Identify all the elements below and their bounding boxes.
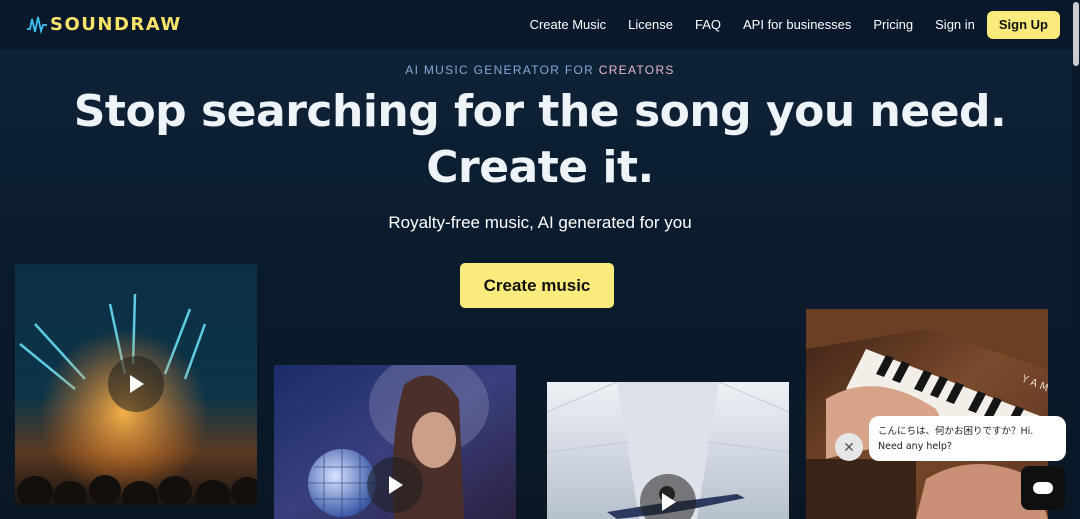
logo[interactable]: SOUNDRAW — [26, 14, 182, 35]
nav-create-music[interactable]: Create Music — [530, 11, 607, 39]
nav-pricing[interactable]: Pricing — [873, 11, 913, 39]
nav-sign-in[interactable]: Sign in — [935, 11, 975, 39]
chat-icon[interactable] — [1021, 466, 1065, 510]
nav-license[interactable]: License — [628, 11, 673, 39]
media-card-concert[interactable] — [15, 264, 257, 505]
nav-links: Create Music License FAQ API for busines… — [508, 11, 1060, 39]
scrollbar[interactable] — [1072, 0, 1080, 519]
hero-eyebrow: AI MUSIC GENERATOR FOR CREATORS — [0, 63, 1080, 77]
headline-line-1: Stop searching for the song you need. — [73, 86, 1007, 137]
media-card-dancer[interactable] — [547, 382, 789, 519]
media-card-piano[interactable]: Y A M — [806, 309, 1048, 519]
close-icon[interactable]: ✕ — [835, 433, 863, 461]
chat-message-line-2: Need any help? — [878, 441, 952, 452]
logo-wave-icon — [27, 16, 47, 34]
play-icon[interactable] — [367, 457, 423, 513]
hero-subhead: Royalty-free music, AI generated for you — [388, 213, 692, 232]
logo-text: SOUNDRAW — [50, 14, 182, 35]
nav-api-for-businesses[interactable]: API for businesses — [743, 11, 851, 39]
create-music-button[interactable]: Create music — [460, 263, 614, 308]
piano-image: Y A M — [806, 309, 1048, 519]
sign-up-button[interactable]: Sign Up — [986, 11, 1060, 39]
hero-headline: Stop searching for the song you need. Cr… — [0, 84, 1080, 196]
nav-faq[interactable]: FAQ — [695, 11, 721, 39]
chat-message-line-1: こんにちは、何かお困りですか？Hi. — [878, 426, 1034, 437]
scrollbar-thumb[interactable] — [1073, 2, 1079, 66]
chat-message[interactable]: こんにちは、何かお困りですか？Hi. Need any help? — [869, 416, 1066, 461]
page: SOUNDRAW Create Music License FAQ API fo… — [0, 0, 1080, 519]
headline-line-2: Create it. — [426, 142, 654, 193]
top-navigation: SOUNDRAW Create Music License FAQ API fo… — [0, 0, 1080, 50]
eyebrow-main: AI MUSIC GENERATOR FOR — [405, 63, 599, 77]
play-icon[interactable] — [108, 356, 164, 412]
media-card-disco[interactable] — [274, 365, 516, 519]
eyebrow-accent: CREATORS — [598, 63, 675, 77]
chat-glyph — [1033, 482, 1053, 494]
